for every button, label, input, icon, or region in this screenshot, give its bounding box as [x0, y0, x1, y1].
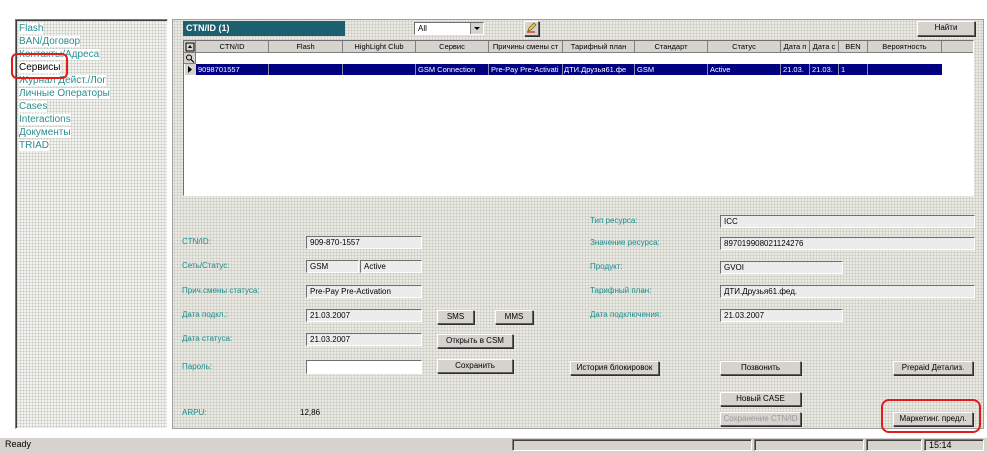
pencil-icon — [526, 22, 537, 35]
status-pane-1 — [512, 439, 752, 451]
open-csm-button[interactable]: Открыть в CSM — [437, 334, 513, 348]
mms-button[interactable]: MMS — [495, 310, 533, 324]
sidebar-item-operators[interactable]: Личные Операторы — [19, 88, 110, 99]
status-time: 15:14 — [929, 440, 952, 450]
prepaid-details-button[interactable]: Prepaid Детализ. — [893, 361, 973, 375]
filter-select[interactable]: All — [414, 22, 484, 35]
resource-type-label: Тип ресурса: — [590, 216, 638, 225]
sidebar-highlight-annotation — [11, 53, 68, 79]
resource-value-value: 897019908021124276 — [720, 237, 975, 250]
sidebar-item-triad[interactable]: TRIAD — [19, 140, 49, 151]
cell-ctn: 9098701557 — [198, 65, 240, 74]
row-indicator-icon — [185, 64, 196, 75]
network-status-label: Сеть/Статус: — [182, 261, 230, 270]
sidebar-item-cases[interactable]: Cases — [19, 101, 48, 112]
save-button[interactable]: Сохранить — [437, 359, 513, 373]
tariff-value: ДТИ.Друзья61.фед. — [720, 285, 975, 298]
tariff-label: Тарифный план: — [590, 286, 652, 295]
arpu-value: 12,86 — [300, 408, 321, 417]
new-case-button[interactable]: Новый CASE — [720, 392, 801, 406]
status-pane-3 — [866, 439, 922, 451]
conn-date-value: 21.03.2007 — [306, 309, 422, 322]
col-header-date-p[interactable]: Дата п — [781, 41, 810, 53]
cell-tariff: ДТИ.Друзья61.фе — [564, 65, 627, 74]
col-header-highlight[interactable]: HighLight Club — [343, 41, 416, 53]
status-pane-2 — [754, 439, 864, 451]
status-value: Active — [360, 260, 422, 273]
connection-date-label: Дата подключения: — [590, 310, 662, 319]
cell-status: Active — [710, 65, 731, 74]
edit-pencil-button[interactable] — [524, 21, 539, 36]
cell-date-p: 21.03. — [783, 65, 804, 74]
conn-date-label: Дата подкл.: — [182, 310, 228, 319]
grid-search-icon[interactable] — [184, 53, 196, 64]
col-header-ctn[interactable]: CTN/ID — [196, 41, 269, 53]
block-history-button[interactable]: История блокировок — [570, 361, 659, 375]
cell-ben: 1 — [841, 65, 846, 74]
cell-reason: Pre-Pay Pre-Activati — [491, 65, 559, 74]
resource-value-label: Значение ресурса: — [590, 238, 660, 247]
col-header-tariff[interactable]: Тарифный план — [563, 41, 635, 53]
sidebar-item-ban[interactable]: BAN/Договор — [19, 36, 81, 47]
arpu-label: ARPU: — [182, 408, 207, 417]
status-reason-label: Прич.смены статуса: — [182, 286, 260, 295]
ctn-value: 909-870-1557 — [306, 236, 422, 249]
col-header-flash[interactable]: Flash — [269, 41, 343, 53]
cell-service: GSM Connection — [418, 65, 476, 74]
cell-highlight — [345, 65, 415, 75]
filter-select-value: All — [418, 24, 427, 33]
col-header-ben[interactable]: BEN — [839, 41, 868, 53]
grid-corner-sort[interactable] — [184, 41, 196, 53]
col-header-standard[interactable]: Стандарт — [635, 41, 708, 53]
col-header-status[interactable]: Статус — [708, 41, 781, 53]
grid-title: CTN/ID (1) — [183, 21, 345, 36]
sidebar-item-interactions[interactable]: Interactions — [19, 114, 71, 125]
col-header-reason[interactable]: Причины смены ст — [489, 41, 563, 53]
status-text: Ready — [5, 439, 32, 449]
network-value: GSM — [306, 260, 359, 273]
sidebar-item-flash[interactable]: Flash — [19, 23, 44, 34]
col-header-probability[interactable]: Вероятность — [868, 41, 942, 53]
cell-standard: GSM — [637, 65, 655, 74]
status-time-pane: 15:14 — [924, 439, 984, 451]
save-ctn-button: Сохранение CTN/ID — [720, 412, 801, 426]
grid-title-text: CTN/ID (1) — [186, 23, 230, 33]
status-date-value: 21.03.2007 — [306, 333, 422, 346]
call-button[interactable]: Позвонить — [720, 361, 801, 375]
col-header-service[interactable]: Сервис — [416, 41, 489, 53]
sms-button[interactable]: SMS — [437, 310, 474, 324]
status-reason-value: Pre-Pay Pre-Activation — [306, 285, 422, 298]
find-button-label: Найти — [934, 23, 958, 32]
product-label: Продукт: — [590, 262, 623, 271]
chevron-down-icon[interactable] — [470, 23, 483, 34]
status-date-label: Дата статуса: — [182, 334, 233, 343]
grid-header-filler — [942, 41, 973, 53]
password-input[interactable] — [306, 360, 422, 374]
resource-type-value: ICC — [720, 215, 975, 228]
sidebar-item-documents[interactable]: Документы — [19, 127, 71, 138]
password-label: Пароль: — [182, 362, 212, 371]
product-value: GVOI — [720, 261, 843, 274]
col-header-date-s[interactable]: Дата с — [810, 41, 839, 53]
cell-flash — [271, 65, 341, 75]
cell-probability — [870, 65, 940, 75]
cell-date-s: 21.03. — [812, 65, 833, 74]
connection-date-value: 21.03.2007 — [720, 309, 843, 322]
find-button[interactable]: Найти — [917, 21, 975, 36]
ctn-label: CTN/ID: — [182, 237, 211, 246]
marketing-highlight-annotation — [881, 399, 981, 433]
